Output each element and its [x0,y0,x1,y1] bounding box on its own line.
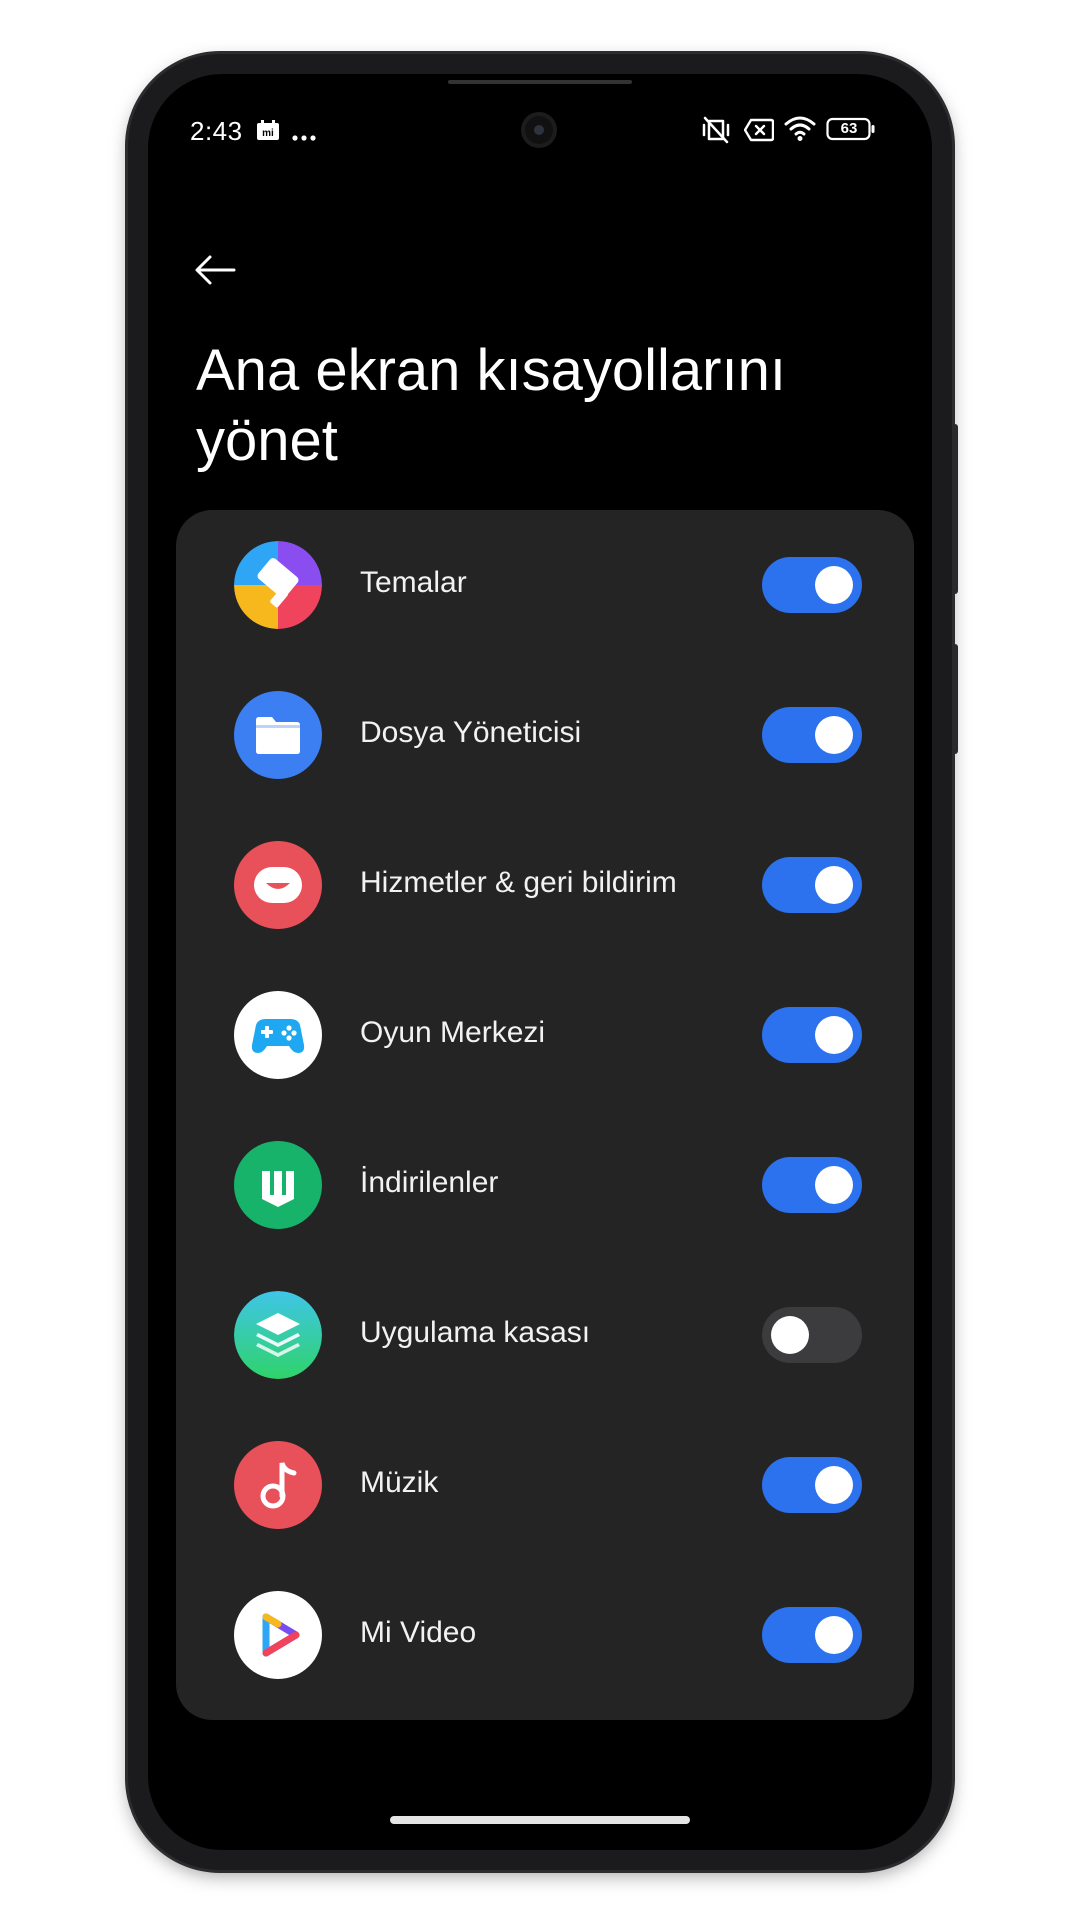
shortcut-label: Hizmetler & geri bildirim [360,866,677,899]
wifi-icon [784,114,816,147]
shortcuts-card: Temalar Dosya Yöneticisi Hizmetler & ger… [176,510,914,1720]
battery-icon: 63 [826,117,876,141]
shortcut-label: Uygulama kasası [360,1316,591,1349]
status-time: 2:43 [190,116,243,146]
vibrate-off-icon [700,116,732,149]
phone-frame: 2:43 mi 63 Ana ekran kısayollarını yönet… [128,54,958,1870]
list-item-temalar: Temalar [176,510,914,660]
volume-button [952,424,958,594]
gamepad-icon [234,991,322,1079]
power-button [952,644,958,754]
status-bar: 2:43 mi 63 [148,74,932,184]
toggle-knob [815,566,853,604]
battery-level: 63 [840,120,858,137]
toggle-knob [815,1016,853,1054]
more-dots-icon [292,128,316,146]
toggle-knob [815,716,853,754]
svg-text:mi: mi [262,128,274,139]
list-item-mi-video: Mi Video [176,1560,914,1710]
shortcut-label: Dosya Yöneticisi [360,716,582,749]
toggle-muzik[interactable] [762,1457,862,1513]
toggle-knob [771,1316,809,1354]
toggle-mi-video[interactable] [762,1607,862,1663]
app-vault-icon [234,1291,322,1379]
toggle-knob [815,1616,853,1654]
sim-off-icon [743,118,775,147]
toggle-oyun-merkezi[interactable] [762,1007,862,1063]
toggle-knob [815,866,853,904]
list-item-uygulama-kasasi: Uygulama kasası [176,1260,914,1410]
list-item-hizmetler: Hizmetler & geri bildirim [176,810,914,960]
shortcut-label: Oyun Merkezi [360,1016,546,1049]
themes-icon [234,541,322,629]
list-item-indirilenler: İndirilenler [176,1110,914,1260]
shortcut-label: Müzik [360,1466,439,1499]
feedback-icon [234,841,322,929]
toggle-indirilenler[interactable] [762,1157,862,1213]
arrow-left-icon [195,255,236,285]
toggle-dosya-yoneticisi[interactable] [762,707,862,763]
toggle-knob [815,1166,853,1204]
mi-notification-icon: mi [256,119,280,146]
mi-video-icon [234,1591,322,1679]
shortcut-label: İndirilenler [360,1166,499,1199]
list-item-dosya-yoneticisi: Dosya Yöneticisi [176,660,914,810]
shortcut-label: Mi Video [360,1616,477,1649]
toggle-knob [815,1466,853,1504]
downloads-icon [234,1141,322,1229]
toggle-temalar[interactable] [762,557,862,613]
toggle-uygulama-kasasi[interactable] [762,1307,862,1363]
screen: 2:43 mi 63 Ana ekran kısayollarını yönet… [148,74,932,1850]
toggle-hizmetler[interactable] [762,857,862,913]
front-camera [521,112,557,148]
folder-icon [234,691,322,779]
shortcut-label: Temalar [360,566,467,599]
music-icon [234,1441,322,1529]
list-item-muzik: Müzik [176,1410,914,1560]
home-indicator[interactable] [390,1816,690,1824]
page-title: Ana ekran kısayollarını yönet [196,338,786,473]
back-button[interactable] [186,240,246,300]
list-item-oyun-merkezi: Oyun Merkezi [176,960,914,1110]
